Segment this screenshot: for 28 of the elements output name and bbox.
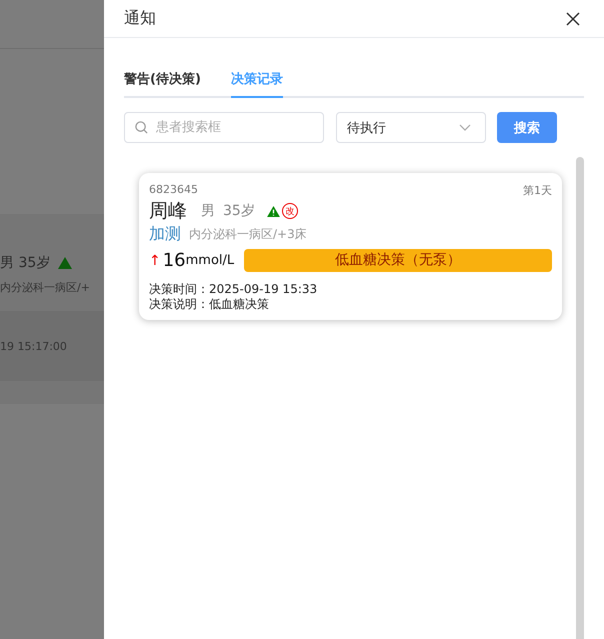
search-icon — [135, 121, 148, 134]
revised-badge: 改 — [282, 203, 298, 219]
patient-id: 6823645 — [149, 183, 198, 198]
day-text: 第1天 — [523, 183, 552, 198]
record-card[interactable]: 6823645 第1天 周峰 男 35岁 改 加测 内分泌科一病区/+3床 ↑16mmol/L 低血糖决策（无泵） 决策时间：2025-09-19 15:33 决策说明：低血糖决策 — [139, 173, 562, 320]
time-text: 19 15:17:00 — [0, 340, 67, 352]
decision-badge: 低血糖决策（无泵） — [244, 249, 552, 272]
status-select[interactable]: 待执行 — [336, 112, 486, 143]
tab[interactable]: 警告(待决策) — [124, 66, 201, 98]
ward-text: 内分泌科一病区/+ — [0, 280, 91, 295]
drawer-title: 通知 — [124, 8, 156, 29]
unit-text: mmol/L — [186, 253, 234, 268]
search-field[interactable]: 患者搜索框 — [124, 112, 324, 143]
chevron-down-icon — [459, 124, 471, 131]
ward-text: 内分泌科一病区/+3床 — [189, 226, 307, 243]
close-icon[interactable] — [566, 12, 580, 26]
scrollbar[interactable] — [576, 157, 584, 639]
decision-time: 决策时间：2025-09-19 15:33 — [149, 282, 318, 297]
glucose-value: 16 — [162, 250, 186, 271]
decision-note: 决策说明：低血糖决策 — [149, 297, 270, 312]
trend-arrow: ↑ — [149, 252, 161, 268]
warning-icon — [58, 257, 72, 269]
tag-text: 加测 — [149, 224, 181, 245]
patient-info: 男 35岁 — [0, 254, 50, 272]
gender-text: 男 — [201, 202, 215, 220]
age-text: 35岁 — [223, 202, 255, 220]
patient-name: 周峰 — [149, 199, 187, 224]
warning-icon — [266, 206, 280, 216]
